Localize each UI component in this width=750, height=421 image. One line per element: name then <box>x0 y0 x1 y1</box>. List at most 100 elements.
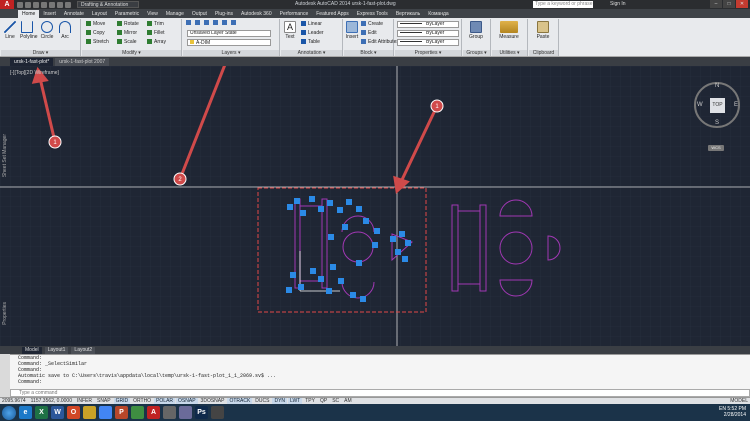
drawing-canvas[interactable]: 1 2 1 <box>0 66 750 346</box>
undo-icon[interactable] <box>57 1 63 8</box>
tab-plugins[interactable]: Plug-ins <box>211 10 237 18</box>
copy-button[interactable]: Copy <box>86 30 105 37</box>
grip[interactable] <box>310 268 316 274</box>
layer-properties-icon[interactable] <box>186 20 191 25</box>
utilities-panel-title[interactable]: Utilities ▾ <box>492 50 527 56</box>
file-tab-current[interactable]: ursk-1-fast-plot* <box>10 58 54 66</box>
taskbar-app-icon[interactable] <box>179 406 192 419</box>
grip[interactable] <box>395 249 401 255</box>
annotation-panel-title[interactable]: Annotation ▾ <box>281 50 342 56</box>
taskbar-app-icon[interactable]: W <box>51 406 64 419</box>
grip[interactable] <box>350 292 356 298</box>
grip[interactable] <box>286 287 292 293</box>
grip[interactable] <box>327 200 333 206</box>
layer-off-icon[interactable] <box>195 20 200 25</box>
plot-icon[interactable] <box>49 1 55 8</box>
layer-state-dropdown[interactable]: Unsaved Layer State <box>187 30 271 37</box>
layer-lock-icon[interactable] <box>222 20 227 25</box>
maximize-button[interactable]: □ <box>723 0 735 8</box>
grip[interactable] <box>360 296 366 302</box>
grip[interactable] <box>300 210 306 216</box>
paste-button[interactable]: Paste <box>536 21 550 40</box>
tab-autodesk360[interactable]: Autodesk 360 <box>237 10 276 18</box>
workspace-dropdown[interactable]: Drafting & Annotation <box>77 1 139 8</box>
grip[interactable] <box>338 278 344 284</box>
text-button[interactable]: A Text <box>283 21 297 40</box>
properties-tab[interactable]: Properties <box>2 302 8 325</box>
taskbar-app-icon[interactable] <box>163 406 176 419</box>
taskbar-app-icon[interactable] <box>83 406 96 419</box>
grip[interactable] <box>390 236 396 242</box>
grip[interactable] <box>330 264 336 270</box>
grip[interactable] <box>399 231 405 237</box>
create-block-button[interactable]: Create <box>361 21 383 28</box>
save-icon[interactable] <box>33 1 39 8</box>
minimize-button[interactable]: – <box>710 0 722 8</box>
open-icon[interactable] <box>25 1 31 8</box>
circle-button[interactable]: Circle <box>40 21 54 40</box>
scale-button[interactable]: Scale <box>117 39 137 46</box>
draw-panel-title[interactable]: Draw ▾ <box>1 50 80 56</box>
wcs-menu[interactable]: WCS <box>708 145 724 151</box>
tab-output[interactable]: Output <box>188 10 211 18</box>
table-button[interactable]: Table <box>301 39 320 46</box>
grip[interactable] <box>326 288 332 294</box>
tab-home[interactable]: Home <box>18 10 40 18</box>
layer-match-icon[interactable] <box>231 20 236 25</box>
taskbar-app-icon[interactable] <box>211 406 224 419</box>
tab-layout[interactable]: Layout <box>88 10 111 18</box>
layers-panel-title[interactable]: Layers ▾ <box>183 50 279 56</box>
tab-featured-apps[interactable]: Featured Apps <box>312 10 353 18</box>
taskbar-app-icon[interactable]: X <box>35 406 48 419</box>
tab-layout2[interactable]: Layout2 <box>71 346 96 354</box>
compass-west[interactable]: W <box>697 102 703 108</box>
taskbar-app-icon[interactable]: A <box>147 406 160 419</box>
new-icon[interactable] <box>17 1 23 8</box>
grip[interactable] <box>342 224 348 230</box>
layer-freeze-icon[interactable] <box>213 20 218 25</box>
tab-manage[interactable]: Manage <box>162 10 188 18</box>
start-button-icon[interactable] <box>2 405 16 420</box>
line-button[interactable]: Line <box>3 21 17 40</box>
taskbar-app-icon[interactable]: Ps <box>195 406 208 419</box>
drawing-area[interactable]: 1 2 1 [-][Top][2D Wireframe] Sheet Set M… <box>0 66 750 346</box>
grip[interactable] <box>356 206 362 212</box>
grip[interactable] <box>346 199 352 205</box>
group-button[interactable]: Group <box>469 21 483 40</box>
arc-button[interactable]: Arc <box>58 21 72 40</box>
clock-date[interactable]: 2/28/2014 <box>719 412 746 418</box>
grip[interactable] <box>298 284 304 290</box>
block-panel-title[interactable]: Block ▾ <box>344 50 393 56</box>
saveas-icon[interactable] <box>41 1 47 8</box>
grip[interactable] <box>294 198 300 204</box>
fillet-button[interactable]: Fillet <box>147 30 165 37</box>
leader-button[interactable]: Leader <box>301 30 324 37</box>
grip[interactable] <box>290 272 296 278</box>
grip[interactable] <box>356 260 362 266</box>
file-tab-2007[interactable]: ursk-1-fast-plot 2007 <box>55 58 110 66</box>
lineweight-dropdown[interactable]: ByLayer <box>397 39 459 46</box>
viewport-controls[interactable]: [-][Top][2D Wireframe] <box>10 70 59 76</box>
stretch-button[interactable]: Stretch <box>86 39 109 46</box>
grip[interactable] <box>318 206 324 212</box>
properties-panel-title[interactable]: Properties ▾ <box>395 50 461 56</box>
grip[interactable] <box>328 234 334 240</box>
array-button[interactable]: Array <box>147 39 166 46</box>
close-button[interactable]: ✕ <box>736 0 748 8</box>
viewcube-top-face[interactable]: TOP <box>710 98 725 113</box>
autocad-logo-icon[interactable]: A <box>0 0 14 9</box>
groups-panel-title[interactable]: Groups ▾ <box>463 50 490 56</box>
mirror-button[interactable]: Mirror <box>117 30 137 37</box>
edit-attributes-button[interactable]: Edit Attributes <box>361 39 399 46</box>
rotate-button[interactable]: Rotate <box>117 21 139 28</box>
linear-button[interactable]: Linear <box>301 21 322 28</box>
redo-icon[interactable] <box>65 1 71 8</box>
linetype-dropdown[interactable]: ByLayer <box>397 30 459 37</box>
edit-block-button[interactable]: Edit <box>361 30 377 37</box>
grip[interactable] <box>405 240 411 246</box>
color-dropdown[interactable]: ByLayer <box>397 21 459 28</box>
tab-model[interactable]: Model <box>22 346 42 354</box>
trim-button[interactable]: Trim <box>147 21 164 28</box>
tab-parametric[interactable]: Parametric <box>111 10 143 18</box>
current-layer-dropdown[interactable]: A-DIM <box>187 39 271 46</box>
